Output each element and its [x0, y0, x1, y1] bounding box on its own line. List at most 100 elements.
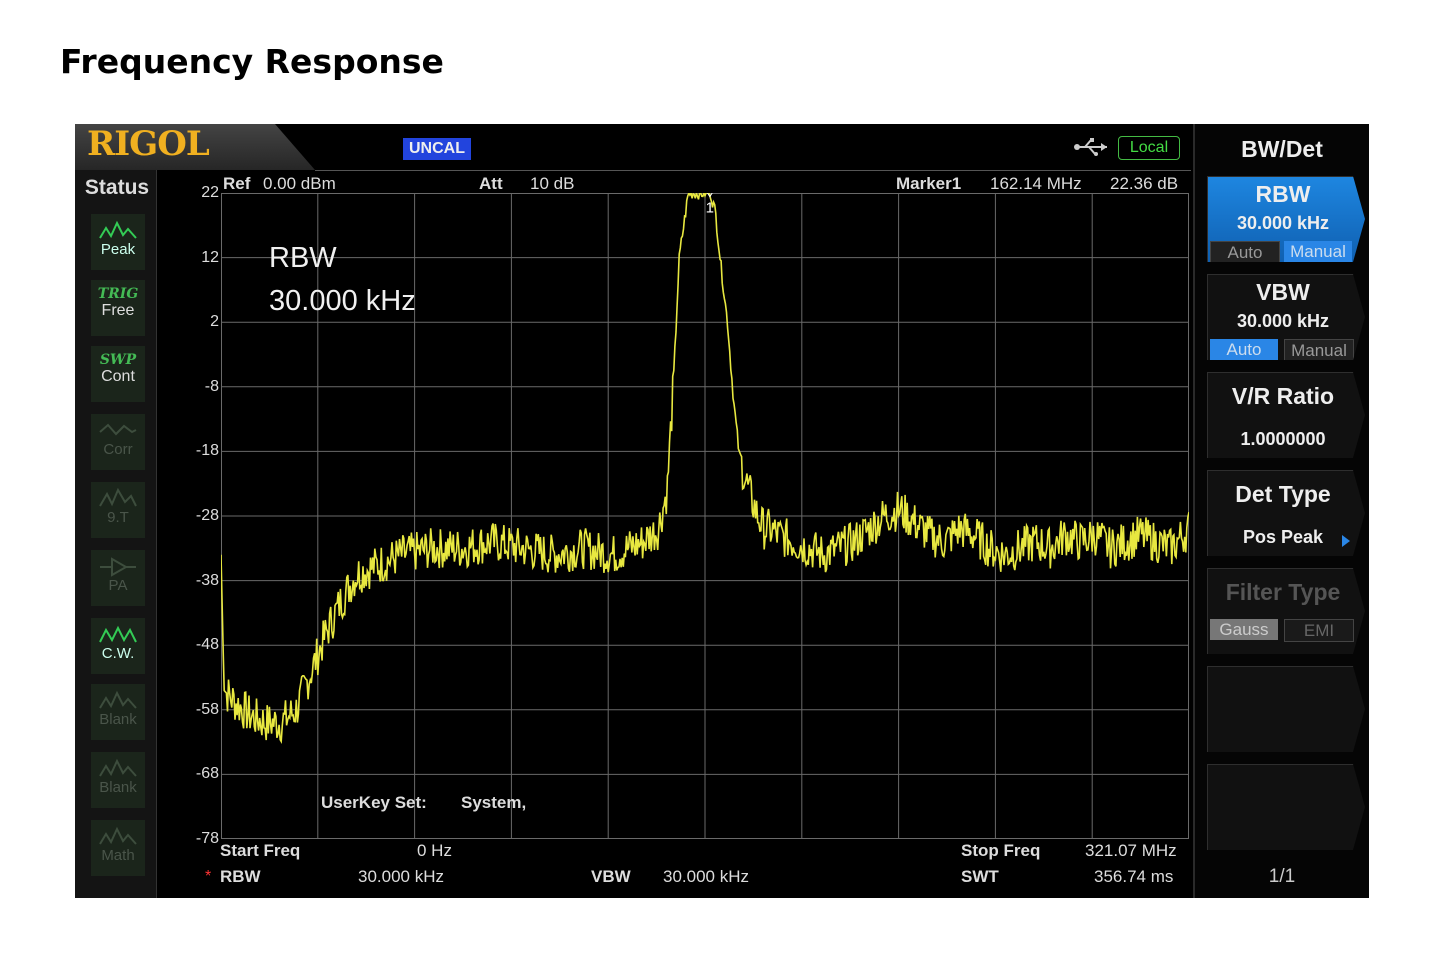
rbw-label: RBW — [220, 867, 261, 886]
blank-icon — [99, 758, 137, 777]
status-trig-button[interactable]: TRIG Free — [91, 280, 145, 336]
page-title: Frequency Response — [60, 42, 444, 81]
status-title: Status — [84, 176, 150, 199]
y-tick-label: -38 — [195, 571, 219, 589]
y-tick-label: -18 — [195, 442, 219, 460]
math-icon — [99, 826, 137, 845]
ref-label: Ref — [223, 174, 251, 193]
rbw-uncoupled-star: * — [205, 868, 212, 885]
rbw-value: 30.000 kHz — [358, 867, 444, 886]
y-tick-label: -58 — [195, 700, 219, 718]
status-cw-button[interactable]: C.W. — [91, 618, 145, 674]
y-tick-label: -48 — [195, 636, 219, 654]
y-tick-label: -8 — [204, 377, 219, 395]
filter-gauss-toggle[interactable]: Gauss — [1210, 619, 1278, 640]
status-trig-top: TRIG — [97, 286, 139, 302]
status-cw-label: C.W. — [101, 645, 135, 662]
userkey-label: UserKey Set: — [321, 793, 427, 812]
status-peak-button[interactable]: Peak — [91, 214, 145, 270]
vbw-label: VBW — [591, 867, 631, 886]
local-badge: Local — [1118, 136, 1180, 160]
status-trig-label: Free — [101, 302, 135, 319]
status-trace-label: 9.T — [107, 509, 129, 526]
stop-freq-value: 321.07 MHz — [1085, 841, 1177, 860]
status-blank-label-2: Blank — [99, 779, 137, 796]
status-blank-label: Blank — [99, 711, 137, 728]
pa-icon — [100, 557, 136, 577]
y-tick-label: -78 — [195, 830, 219, 847]
status-trace-button[interactable]: 9.T — [91, 482, 145, 538]
status-pa-label: PA — [108, 577, 128, 594]
status-swp-button[interactable]: SWP Cont — [91, 346, 145, 402]
status-pa-button[interactable]: PA — [91, 550, 145, 606]
vbw-manual-toggle[interactable]: Manual — [1284, 339, 1354, 360]
rbw-softkey-value: 30.000 kHz — [1236, 213, 1330, 233]
usb-icon — [1074, 138, 1107, 156]
filter-emi-toggle[interactable]: EMI — [1284, 619, 1354, 642]
att-value: 10 dB — [530, 174, 575, 193]
rigol-logo: RIGOL — [75, 124, 315, 170]
vbw-softkey-value: 30.000 kHz — [1236, 311, 1330, 331]
start-freq-value: 0 Hz — [417, 841, 452, 860]
vr-ratio-title: V/R Ratio — [1231, 383, 1335, 409]
filter-type-title: Filter Type — [1225, 579, 1341, 605]
status-math-label: Math — [101, 847, 135, 864]
y-tick-label: 22 — [201, 184, 219, 201]
vbw-softkey[interactable]: VBW 30.000 kHz Auto Manual — [1207, 274, 1365, 360]
det-type-value: Pos Peak — [1242, 527, 1324, 547]
rbw-softkey[interactable]: RBW 30.000 kHz Auto Manual — [1207, 176, 1365, 262]
menu-page-indicator: 1/1 — [1268, 866, 1296, 887]
trace-icon — [99, 488, 137, 507]
status-panel: Status Peak TRIG Free SWP Cont Corr 9.T — [75, 170, 157, 898]
y-tick-label: 2 — [210, 313, 219, 331]
overlay-rbw-value: 30.000 kHz — [269, 285, 416, 317]
y-tick-label: -68 — [195, 765, 219, 783]
blank-icon — [99, 690, 137, 709]
submenu-arrow-icon — [1342, 535, 1350, 547]
status-swp-top: SWP — [99, 352, 137, 368]
uncal-badge: UNCAL — [403, 138, 471, 160]
overlay-rbw-label: RBW — [269, 242, 337, 274]
status-corr-button[interactable]: Corr — [91, 414, 145, 470]
status-math-button[interactable]: Math — [91, 820, 145, 876]
det-type-title: Det Type — [1235, 481, 1331, 507]
peak-icon — [99, 220, 137, 239]
stop-freq-label: Stop Freq — [961, 841, 1041, 860]
cw-icon — [99, 625, 137, 643]
swt-label: SWT — [961, 867, 999, 886]
vbw-value: 30.000 kHz — [663, 867, 749, 886]
status-corr-label: Corr — [103, 441, 133, 458]
marker-freq: 162.14 MHz — [990, 174, 1082, 193]
swt-value: 356.74 ms — [1094, 867, 1174, 886]
status-peak-label: Peak — [100, 241, 136, 258]
marker-level: 22.36 dB — [1110, 174, 1179, 193]
marker-1[interactable]: 1 — [705, 193, 715, 217]
det-type-softkey[interactable]: Det Type Pos Peak — [1207, 470, 1365, 556]
logo-text: RIGOL — [87, 124, 210, 164]
empty-softkey-2[interactable] — [1207, 764, 1365, 850]
y-tick-label: 12 — [201, 248, 219, 266]
status-swp-label: Cont — [101, 368, 135, 385]
header-divider — [315, 170, 1191, 171]
filter-type-softkey[interactable]: Filter Type Gauss EMI — [1207, 568, 1365, 654]
vr-ratio-value: 1.0000000 — [1240, 429, 1326, 449]
spectrum-analyzer-screen: RIGOL UNCAL Local Status Peak TRIG Free … — [75, 124, 1369, 898]
status-blank-button-2[interactable]: Blank — [91, 752, 145, 808]
vbw-softkey-title: VBW — [1256, 279, 1310, 305]
start-freq-label: Start Freq — [220, 841, 301, 860]
softkey-menu: BW/Det RBW 30.000 kHz Auto Manual VBW 30… — [1193, 124, 1369, 898]
menu-title: BW/Det — [1241, 136, 1323, 162]
empty-softkey-1[interactable] — [1207, 666, 1365, 752]
corr-icon — [99, 423, 137, 436]
vr-ratio-softkey[interactable]: V/R Ratio 1.0000000 — [1207, 372, 1365, 458]
userkey-value: System, — [461, 793, 527, 812]
status-blank-button[interactable]: Blank — [91, 684, 145, 740]
ref-value: 0.00 dBm — [263, 174, 336, 193]
vbw-auto-toggle[interactable]: Auto — [1210, 339, 1278, 360]
marker-1-number: 1 — [706, 200, 714, 217]
rbw-auto-toggle[interactable]: Auto — [1210, 241, 1280, 262]
rbw-softkey-title: RBW — [1255, 181, 1311, 207]
marker-label: Marker1 — [896, 174, 962, 193]
rbw-manual-toggle[interactable]: Manual — [1284, 241, 1352, 262]
att-label: Att — [479, 174, 503, 193]
